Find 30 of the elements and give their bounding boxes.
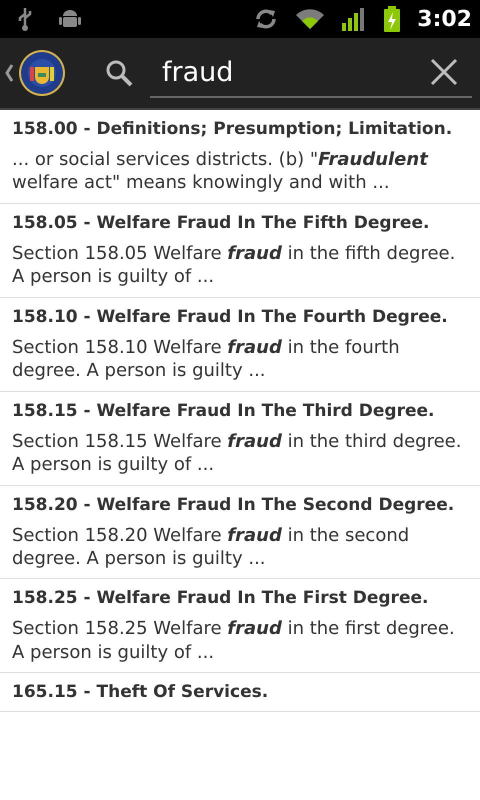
- result-title: 158.00 - Definitions; Presumption; Limitation.: [12, 118, 454, 140]
- result-item[interactable]: 158.20 - Welfare Fraud In The Second Degree. Section 158.20 Welfare fraud in the second degree. A person is guilty ...: [0, 486, 480, 580]
- seal-logo: [18, 49, 66, 97]
- close-button[interactable]: [430, 58, 458, 86]
- result-title: 158.10 - Welfare Fraud In The Fourth Degree.: [12, 306, 449, 328]
- clock-time: 3:02: [417, 6, 472, 34]
- result-title: 165.15 - Theft Of Services.: [12, 681, 270, 704]
- result-snippet: Section 158.15 Welfare fraud in the third degree. A person is guilty of ...: [12, 430, 462, 476]
- result-item[interactable]: 165.15 - Theft Of Services.: [0, 673, 480, 712]
- result-title: 158.15 - Welfare Fraud In The Third Degree.: [12, 400, 436, 422]
- usb-icon: [16, 6, 34, 32]
- wifi-icon: [295, 7, 326, 31]
- result-item[interactable]: 158.05 - Welfare Fraud In The Fifth Degree. Section 158.05 Welfare fraud in the fifth degree. A person is guilty of ...: [0, 204, 480, 298]
- result-title: 158.20 - Welfare Fraud In The Second Degree.: [12, 494, 456, 516]
- battery-charging-icon: [383, 6, 402, 32]
- result-item[interactable]: 158.00 - Definitions; Presumption; Limitation. ... or social services districts. (b) "Fraudulent welfare act" means knowingly and with ...: [0, 110, 480, 204]
- result-item[interactable]: 158.15 - Welfare Fraud In The Third Degree. Section 158.15 Welfare fraud in the third degree. A person is guilty of ...: [0, 392, 480, 486]
- result-item[interactable]: 158.10 - Welfare Fraud In The Fourth Degree. Section 158.10 Welfare fraud in the fourth degree. A person is guilty ...: [0, 298, 480, 392]
- search-icon: [104, 58, 134, 88]
- result-title: 158.25 - Welfare Fraud In The First Degree.: [12, 587, 430, 610]
- result-snippet: Section 158.10 Welfare fraud in the fourth degree. A person is guilty ...: [12, 336, 401, 383]
- result-snippet: Section 158.05 Welfare fraud in the fifth degree. A person is guilty of ...: [12, 242, 456, 289]
- result-title: 158.05 - Welfare Fraud In The Fifth Degree.: [12, 212, 430, 234]
- result-snippet: Section 158.25 Welfare fraud in the first degree. A person is guilty of ...: [12, 617, 456, 664]
- result-snippet: ... or social services districts. (b) "Fraudulent welfare act" means knowingly and with ...: [12, 148, 430, 195]
- home-up-button[interactable]: [4, 49, 66, 97]
- close-icon: [430, 58, 458, 86]
- back-chevron-icon: [4, 63, 14, 83]
- result-item[interactable]: 158.25 - Welfare Fraud In The First Degree. Section 158.25 Welfare fraud in the first degree. A person is guilty of ...: [0, 579, 480, 674]
- result-snippet: Section 158.20 Welfare fraud in the second degree. A person is guilty ...: [12, 524, 410, 570]
